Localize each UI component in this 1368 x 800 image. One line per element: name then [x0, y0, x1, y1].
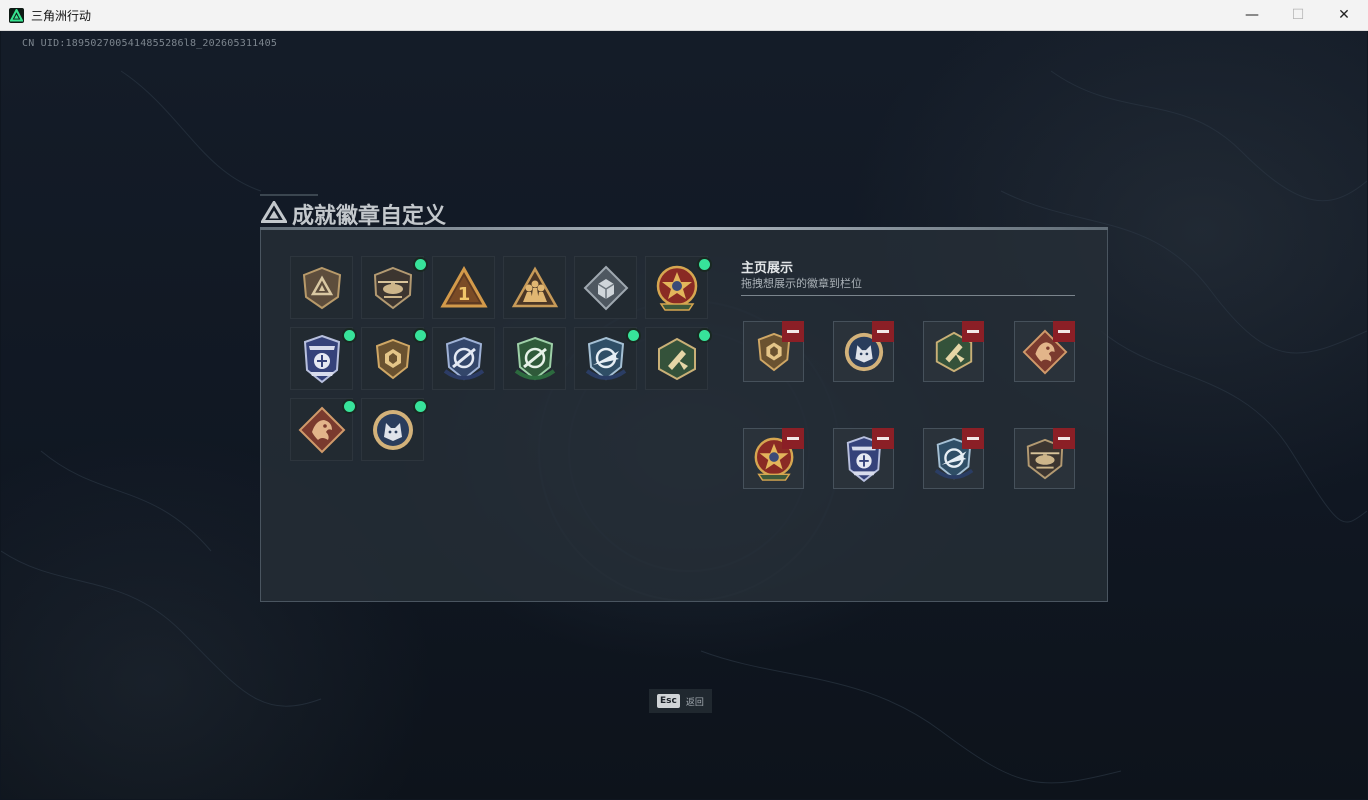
star-emblem-badge-icon [656, 265, 697, 311]
delta-logo-icon [261, 201, 287, 223]
badge-tile[interactable] [645, 327, 710, 390]
app-logo-icon [9, 8, 24, 23]
minus-icon [1058, 330, 1070, 333]
showcase-divider [741, 295, 1075, 296]
esc-key-icon: Esc [657, 694, 680, 708]
back-hint[interactable]: Esc 返回 [649, 689, 712, 713]
crate-diamond-badge-icon [583, 265, 628, 310]
minus-icon [877, 330, 889, 333]
number-one-triangle-badge-icon: 1 [439, 265, 488, 307]
minus-icon [967, 437, 979, 440]
minus-icon [787, 437, 799, 440]
new-badge-indicator [628, 330, 639, 341]
badge-tile[interactable] [290, 398, 355, 461]
minus-icon [787, 330, 799, 333]
new-badge-indicator [415, 401, 426, 412]
maximize-button[interactable]: ☐ [1275, 0, 1321, 30]
back-label: 返回 [685, 697, 704, 708]
badge-tile[interactable] [361, 256, 426, 319]
remove-badge-button[interactable] [782, 428, 804, 449]
new-badge-indicator [699, 259, 710, 270]
header-accent-line [260, 194, 318, 196]
window-titlebar: 三角洲行动 — ☐ ✕ [0, 0, 1368, 31]
showcase-slot[interactable] [923, 321, 984, 382]
showcase-slot[interactable] [1014, 321, 1075, 382]
triangle-shield-badge-icon [302, 266, 341, 309]
remove-badge-button[interactable] [782, 321, 804, 342]
showcase-slot[interactable] [1014, 428, 1075, 489]
remove-badge-button[interactable] [872, 321, 894, 342]
remove-badge-button[interactable] [1053, 321, 1075, 342]
new-badge-indicator [415, 259, 426, 270]
dialog-title: 成就徽章自定义 [292, 204, 447, 229]
uid-text: CN UID:1895027005414855286l8_20260531140… [22, 38, 278, 49]
helicopter-badge-icon [373, 266, 412, 309]
blue-crosshair-badge-icon [443, 336, 484, 380]
showcase-subtitle: 拖拽想展示的徽章到栏位 [741, 277, 862, 290]
dragon-diamond-badge-icon [298, 406, 345, 453]
badge-tile[interactable] [290, 327, 355, 390]
minus-icon [1058, 437, 1070, 440]
showcase-slot[interactable] [833, 321, 894, 382]
soldiers-triangle-badge-icon [511, 265, 558, 307]
eagle-shield-badge-icon [303, 334, 340, 383]
minus-icon [877, 437, 889, 440]
remove-badge-button[interactable] [872, 428, 894, 449]
showcase-slot[interactable] [923, 428, 984, 489]
showcase-title: 主页展示 [741, 261, 794, 276]
game-viewport: CN UID:1895027005414855286l8_20260531140… [1, 31, 1367, 799]
new-badge-indicator [699, 330, 710, 341]
badge-tile[interactable] [361, 327, 426, 390]
green-hexagon-badge-icon [657, 337, 696, 380]
badge-tile[interactable]: 1 [432, 256, 495, 319]
wolf-round-badge-icon [372, 409, 413, 450]
close-button[interactable]: ✕ [1321, 0, 1367, 30]
showcase-slot[interactable] [743, 321, 804, 382]
remove-badge-button[interactable] [1053, 428, 1075, 449]
badge-tile[interactable] [503, 256, 566, 319]
badge-tile[interactable] [645, 256, 710, 319]
new-badge-indicator [344, 330, 355, 341]
svg-text:1: 1 [457, 284, 470, 305]
minus-icon [967, 330, 979, 333]
badge-tile[interactable] [574, 327, 639, 390]
badge-customize-panel: 1 主页展示 拖拽想展示的徽章到栏位 [260, 227, 1108, 602]
showcase-slot[interactable] [833, 428, 894, 489]
badge-tile[interactable] [361, 398, 426, 461]
remove-badge-button[interactable] [962, 321, 984, 342]
badge-tile[interactable] [290, 256, 353, 319]
green-crosshair-badge-icon [514, 336, 555, 380]
badge-tile[interactable] [574, 256, 637, 319]
window-title: 三角洲行动 [31, 9, 92, 23]
badge-tile[interactable] [432, 327, 495, 390]
remove-badge-button[interactable] [962, 428, 984, 449]
badge-tile[interactable] [503, 327, 566, 390]
blue-fighter-badge-icon [585, 336, 626, 380]
gold-shield-badge-icon [375, 338, 410, 379]
new-badge-indicator [415, 330, 426, 341]
new-badge-indicator [344, 401, 355, 412]
minimize-button[interactable]: — [1229, 0, 1275, 30]
showcase-slot[interactable] [743, 428, 804, 489]
